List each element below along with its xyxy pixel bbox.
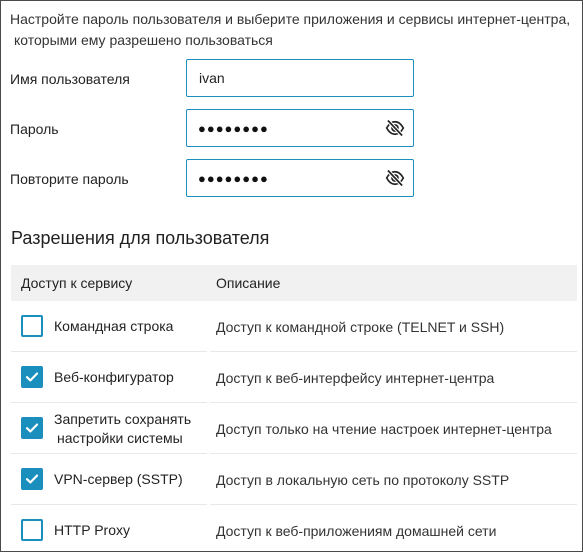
column-header-service: Доступ к сервису — [21, 275, 133, 291]
permissions-table: Доступ к сервису Описание Командная стро… — [11, 265, 577, 551]
table-row: Запретить сохранять настройки системы До… — [11, 403, 577, 454]
username-row: Имя пользователя ivan — [10, 59, 580, 99]
username-value[interactable]: ivan — [199, 60, 225, 96]
service-name: Запретить сохранять настройки системы — [54, 403, 209, 454]
permission-checkbox-web-configurator[interactable] — [21, 366, 43, 388]
password-field[interactable]: ●●●●●●●● — [186, 109, 414, 147]
intro-line-2: которыми ему разрешено пользоваться — [14, 32, 273, 48]
permission-checkbox-vpn-sstp[interactable] — [21, 468, 43, 490]
password-repeat-field[interactable]: ●●●●●●●● — [186, 159, 414, 197]
checkmark-icon — [25, 423, 39, 433]
permission-checkbox-http-proxy[interactable] — [21, 519, 43, 541]
permissions-title: Разрешения для пользователя — [11, 228, 270, 248]
service-description: Доступ к веб-интерфейсу интернет-центра — [216, 369, 495, 386]
service-name: HTTP Proxy — [54, 505, 209, 551]
checkmark-icon — [25, 372, 39, 382]
column-header-description: Описание — [216, 275, 281, 291]
eye-off-icon[interactable] — [385, 168, 405, 188]
password-repeat-row: Повторите пароль ●●●●●●●● — [10, 159, 580, 199]
table-row: VPN-сервер (SSTP) Доступ в локальную сет… — [11, 454, 577, 505]
service-description: Доступ только на чтение настроек интерне… — [216, 420, 552, 437]
service-name: Веб-конфигуратор — [54, 352, 209, 403]
service-description: Доступ к веб-приложениям домашней сети — [216, 522, 497, 539]
service-name-line-1: VPN-сервер (SSTP) — [54, 471, 183, 487]
password-label: Пароль — [10, 121, 59, 137]
table-row: HTTP Proxy Доступ к веб-приложениям дома… — [11, 505, 577, 551]
service-description: Доступ в локальную сеть по протоколу SST… — [216, 471, 510, 488]
permissions-table-header: Доступ к сервису Описание — [11, 265, 577, 301]
user-settings-panel: Настройте пароль пользователя и выберите… — [0, 0, 583, 552]
service-name: VPN-сервер (SSTP) — [54, 454, 209, 505]
service-name-line-1: HTTP Proxy — [54, 522, 130, 538]
password-repeat-label: Повторите пароль — [10, 171, 129, 187]
service-name-line-2: настройки системы — [57, 429, 183, 446]
service-name-line-1: Веб-конфигуратор — [54, 369, 174, 385]
service-name-line-1: Запретить сохранять — [54, 410, 192, 427]
username-label: Имя пользователя — [10, 71, 130, 87]
permission-checkbox-readonly[interactable] — [21, 417, 43, 439]
permission-checkbox-cli[interactable] — [21, 315, 43, 337]
table-row: Командная строка Доступ к командной стро… — [11, 301, 577, 352]
intro-text: Настройте пароль пользователя и выберите… — [10, 9, 575, 51]
checkmark-icon — [25, 474, 39, 484]
password-value[interactable]: ●●●●●●●● — [198, 110, 269, 146]
password-repeat-value[interactable]: ●●●●●●●● — [198, 160, 269, 196]
table-row: Веб-конфигуратор Доступ к веб-интерфейсу… — [11, 352, 577, 403]
service-name: Командная строка — [54, 301, 209, 352]
password-row: Пароль ●●●●●●●● — [10, 109, 580, 149]
eye-off-icon[interactable] — [385, 118, 405, 138]
service-name-line-1: Командная строка — [54, 318, 174, 334]
service-description: Доступ к командной строке (TELNET и SSH) — [216, 318, 505, 335]
username-field[interactable]: ivan — [186, 59, 414, 97]
intro-line-1: Настройте пароль пользователя и выберите… — [10, 11, 571, 27]
